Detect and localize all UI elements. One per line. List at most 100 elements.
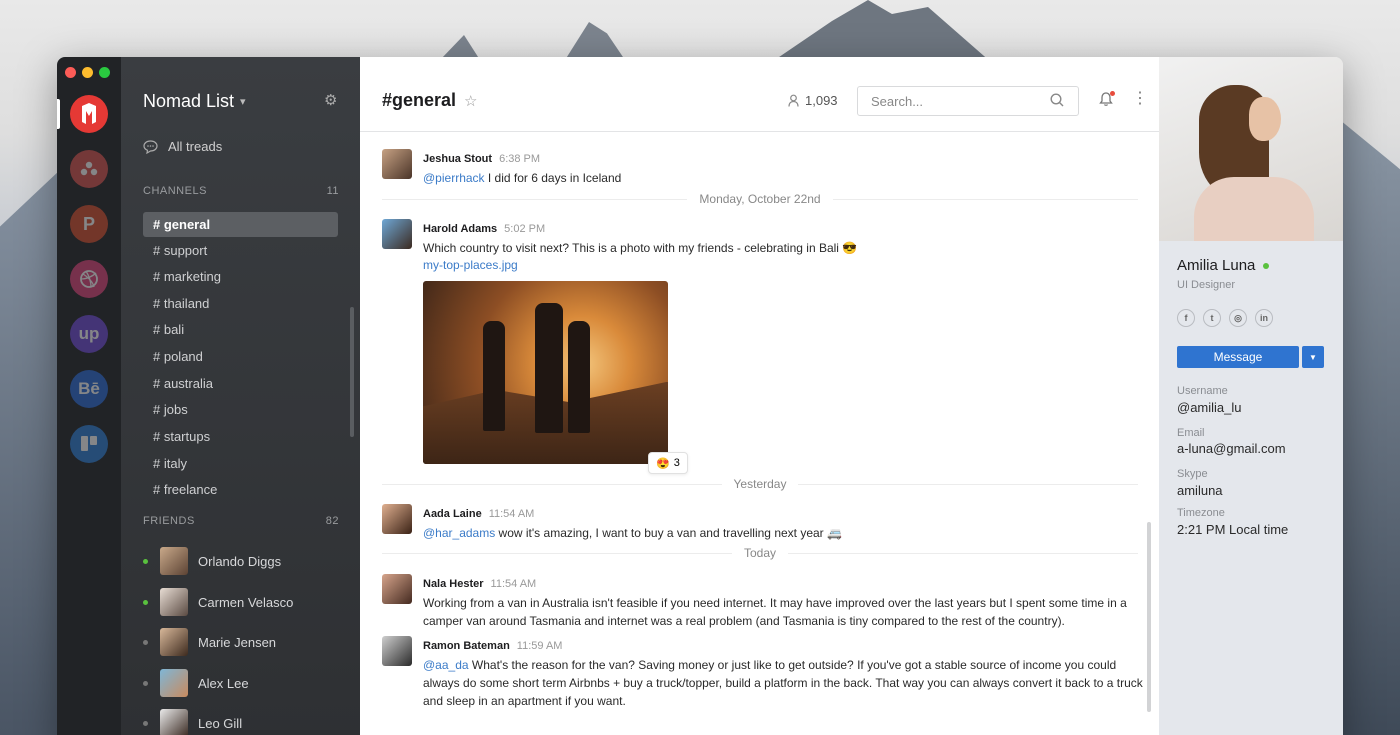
reaction-count: 3 [673,457,680,469]
friend-item[interactable]: Marie Jensen [143,628,276,656]
date-divider: Monday, October 22nd [382,192,1138,206]
skype-label: Skype [1177,468,1208,480]
chevron-down-icon: ▾ [240,96,246,108]
chat-scrollbar[interactable] [1147,522,1151,712]
channel-title: #general ☆ [382,90,478,110]
channel-bali[interactable]: # bali [143,317,338,342]
facebook-icon[interactable]: f [1177,309,1195,327]
user-mention[interactable]: @pierrhack [423,171,485,185]
message: Ramon Bateman 11:59 AM @aa_da What's the … [382,636,1143,710]
workspace-team[interactable] [70,150,108,188]
date-divider: Yesterday [382,477,1138,491]
channel-marketing[interactable]: # marketing [143,264,338,289]
search-input[interactable] [857,86,1079,116]
close-window-button[interactable] [65,67,76,78]
friend-item[interactable]: Leo Gill [143,709,242,735]
timezone-value: 2:21 PM Local time [1177,522,1289,537]
instagram-icon[interactable]: ◎ [1229,309,1247,327]
workspace-switcher[interactable]: Nomad List ▾ [143,91,246,112]
more-options-icon[interactable]: ⋮ [1132,91,1148,107]
channel-startups[interactable]: # startups [143,424,338,449]
date-divider: Today [382,546,1138,560]
workspace-rail: P up Bē [57,57,121,735]
mountain-peak [565,22,625,60]
file-link[interactable]: my-top-places.jpg [423,258,1143,272]
user-mention[interactable]: @har_adams [423,526,495,540]
email-label: Email [1177,427,1205,439]
all-threads-link[interactable]: All treads [143,139,222,154]
email-value[interactable]: a-luna@gmail.com [1177,441,1286,456]
channel-freelance[interactable]: # freelance [143,477,338,502]
channel-general[interactable]: # general [143,212,338,237]
channel-thailand[interactable]: # thailand [143,291,338,316]
window-controls [65,67,110,78]
friends-section-header[interactable]: FRIENDS 82 [143,515,339,527]
gear-icon[interactable]: ⚙ [324,93,340,109]
app-window: P up Bē Nomad List ▾ ⚙ All treads CHANNE… [57,57,1343,735]
workspace-upwork[interactable]: up [70,315,108,353]
avatar [382,149,412,179]
search-icon[interactable] [1050,93,1064,110]
person-silhouette [535,303,563,433]
minimize-window-button[interactable] [82,67,93,78]
profile-name: Amilia Luna [1177,257,1270,274]
workspace-trello[interactable] [70,425,108,463]
user-mention[interactable]: @aa_da [423,658,469,672]
online-status-dot [143,599,148,605]
channel-jobs[interactable]: # jobs [143,397,338,422]
linkedin-icon[interactable]: in [1255,309,1273,327]
nomad-logo-icon [82,103,96,124]
channel-poland[interactable]: # poland [143,344,338,369]
profile-panel: Amilia Luna UI Designer f t ◎ in Message… [1159,57,1343,735]
active-workspace-indicator [57,99,60,129]
chat-main: #general ☆ 1,093 ⋮ Jeshua Stout6:38 PM @ [360,57,1159,735]
avatar [382,504,412,534]
avatar [160,709,188,735]
friend-item[interactable]: Alex Lee [143,669,249,697]
team-dots-icon [80,161,98,176]
channels-section-header[interactable]: CHANNELS 11 [143,185,339,197]
username-value: @amilia_lu [1177,400,1242,415]
social-links: f t ◎ in [1177,309,1273,327]
shared-photo[interactable] [423,281,668,464]
message: Aada Laine 11:54 AM @har_adams wow it's a… [382,504,1143,542]
workspace-nomad-list[interactable] [70,95,108,133]
person-silhouette [483,321,505,431]
message-button[interactable]: Message [1177,346,1299,368]
profile-role: UI Designer [1177,279,1236,291]
speech-bubble-icon [143,139,158,154]
channel-support[interactable]: # support [143,238,338,263]
friend-item[interactable]: Orlando Diggs [143,547,281,575]
channel-header: #general ☆ 1,093 ⋮ [360,57,1159,132]
twitter-icon[interactable]: t [1203,309,1221,327]
mountain-left [0,170,60,735]
reaction-chip[interactable]: 😍 3 [648,452,688,474]
message: Harold Adams 5:02 PM Which country to vis… [382,219,1143,272]
friend-item[interactable]: Carmen Velasco [143,588,293,616]
workspace-dribbble[interactable] [70,260,108,298]
online-status-dot [1263,262,1270,269]
avatar [382,219,412,249]
message-dropdown-button[interactable]: ▼ [1302,346,1324,368]
avatar [382,574,412,604]
person-silhouette [568,321,590,433]
avatar [382,636,412,666]
username-label: Username [1177,385,1228,397]
workspace-behance[interactable]: Bē [70,370,108,408]
channel-sidebar: Nomad List ▾ ⚙ All treads CHANNELS 11 # … [121,57,360,735]
online-status-dot [143,558,148,564]
workspace-producthunt[interactable]: P [70,205,108,243]
mountain-right [1340,120,1400,735]
bell-icon[interactable] [1099,91,1115,111]
channel-australia[interactable]: # australia [143,371,338,396]
avatar [160,628,188,656]
avatar [160,547,188,575]
maximize-window-button[interactable] [99,67,110,78]
notification-badge [1110,91,1115,96]
offline-status-dot [143,680,148,686]
user-icon [788,94,799,107]
star-icon[interactable]: ☆ [464,92,477,110]
channel-italy[interactable]: # italy [143,451,338,476]
member-count[interactable]: 1,093 [788,93,838,108]
sidebar-scrollbar[interactable] [350,307,354,437]
